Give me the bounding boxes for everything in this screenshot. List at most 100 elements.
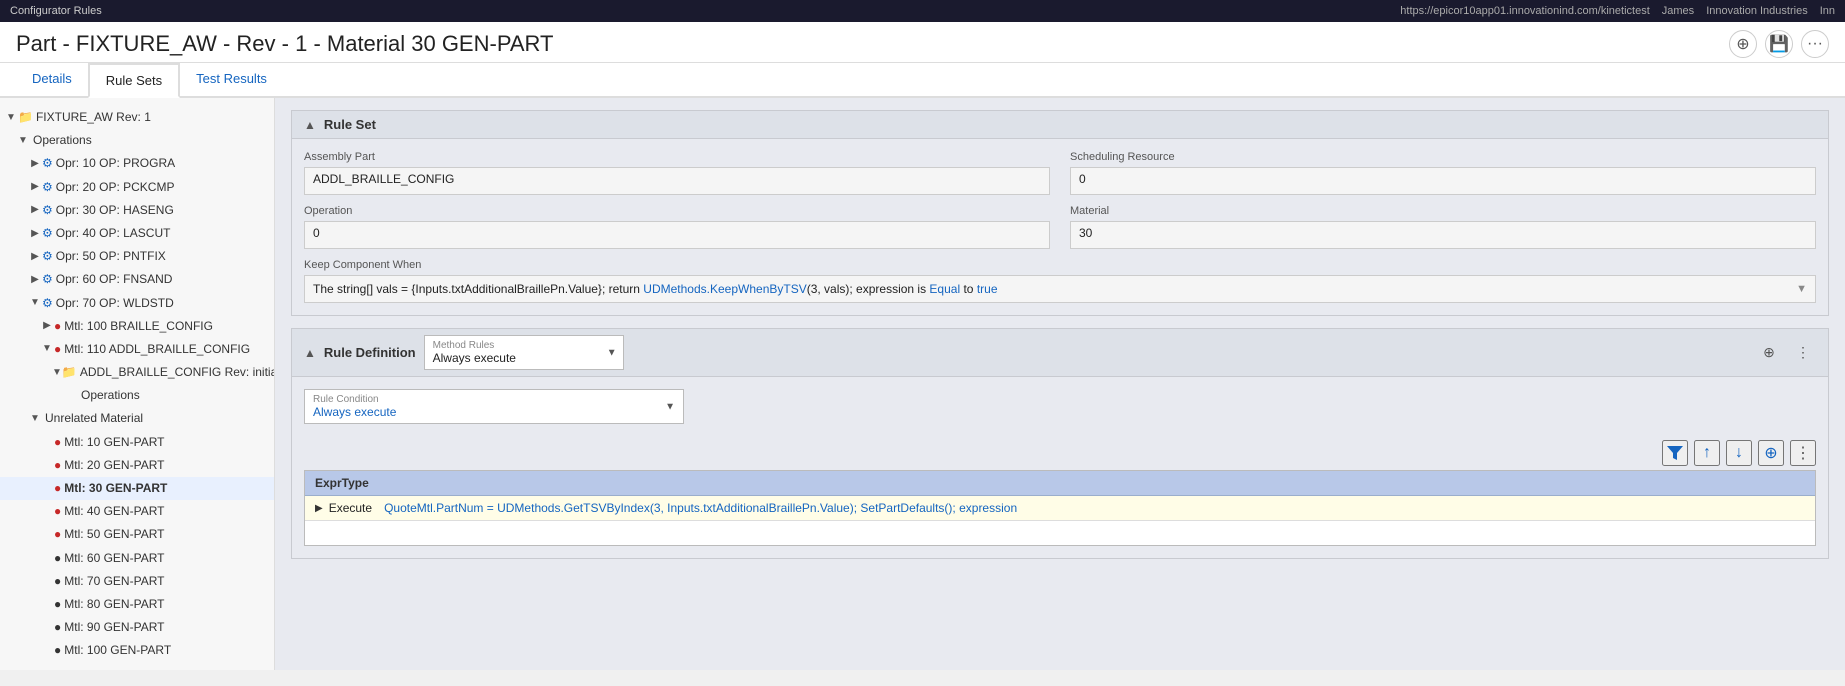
sidebar-item-label: Mtl: 100 GEN-PART (64, 641, 171, 660)
add-expr-button[interactable]: ⊕ (1758, 440, 1784, 466)
scheduling-resource-label: Scheduling Resource (1070, 151, 1816, 163)
rule-set-header: ▲ Rule Set (292, 111, 1828, 139)
add-rule-button[interactable]: ⊕ (1756, 340, 1782, 366)
keep-component-text: The string[] vals = {Inputs.txtAdditiona… (313, 282, 998, 296)
rule-definition-title: Rule Definition (324, 345, 416, 360)
sidebar-item-unrelated-material[interactable]: ▼ Unrelated Material (0, 407, 274, 430)
sidebar-item-opr-50[interactable]: ▶ ⚙ Opr: 50 OP: PNTFIX (0, 245, 274, 268)
sidebar-item-operations-sub[interactable]: Operations (0, 384, 274, 407)
keep-component-section: Keep Component When The string[] vals = … (304, 259, 1816, 303)
rule-definition-header-right: ⊕ ⋮ (1756, 340, 1816, 366)
operation-field: Operation 0 (304, 205, 1050, 249)
row-arrow-icon: ▶ (315, 503, 323, 514)
expr-table-row[interactable]: ▶ Execute QuoteMtl.PartNum = UDMethods.G… (305, 496, 1815, 521)
rule-definition-card: ▲ Rule Definition Method Rules Always ex… (291, 328, 1829, 559)
operation-input[interactable]: 0 (304, 221, 1050, 249)
sidebar-item-label: Mtl: 40 GEN-PART (64, 502, 164, 521)
operation-icon: ⚙ (42, 224, 53, 243)
filter-button[interactable] (1662, 440, 1688, 466)
sidebar-item-label: ADDL_BRAILLE_CONFIG Rev: initial (80, 363, 275, 382)
sidebar-item-opr-60[interactable]: ▶ ⚙ Opr: 60 OP: FNSAND (0, 268, 274, 291)
sidebar-item-mtl-80[interactable]: ● Mtl: 80 GEN-PART (0, 593, 274, 616)
expr-table-empty-row (305, 521, 1815, 545)
sidebar-item-opr-40[interactable]: ▶ ⚙ Opr: 40 OP: LASCUT (0, 222, 274, 245)
tab-test-results[interactable]: Test Results (180, 63, 283, 98)
rule-more-button[interactable]: ⋮ (1790, 340, 1816, 366)
material-icon: ● (54, 433, 61, 452)
tab-rule-sets[interactable]: Rule Sets (88, 63, 180, 98)
sidebar-item-opr-10[interactable]: ▶ ⚙ Opr: 10 OP: PROGRA (0, 152, 274, 175)
chevron-down-icon: ▼ (28, 411, 42, 427)
scheduling-resource-input[interactable]: 0 (1070, 167, 1816, 195)
more-icon: ⋮ (1796, 344, 1810, 361)
sidebar-item-mtl-50[interactable]: ● Mtl: 50 GEN-PART (0, 523, 274, 546)
assembly-part-label: Assembly Part (304, 151, 1050, 163)
sidebar-item-label: Operations (33, 131, 92, 150)
more-button[interactable]: ··· (1801, 30, 1829, 58)
expr-more-button[interactable]: ⋮ (1790, 440, 1816, 466)
chevron-right-icon: ▶ (28, 156, 42, 172)
operation-icon: ⚙ (42, 270, 53, 289)
move-down-button[interactable]: ↓ (1726, 440, 1752, 466)
sidebar-item-opr-70[interactable]: ▼ ⚙ Opr: 70 OP: WLDSTD (0, 292, 274, 315)
sidebar-item-mtl-20[interactable]: ● Mtl: 20 GEN-PART (0, 454, 274, 477)
add-icon: ⊕ (1764, 443, 1777, 463)
method-rules-value: Always execute (433, 351, 595, 365)
sidebar-item-mtl-110[interactable]: ▼ ● Mtl: 110 ADDL_BRAILLE_CONFIG (0, 338, 274, 361)
folder-icon: 📁 (62, 363, 77, 382)
rule-set-body: Assembly Part ADDL_BRAILLE_CONFIG Schedu… (292, 139, 1828, 315)
rule-set-title: Rule Set (324, 117, 376, 132)
sidebar-item-mtl-90[interactable]: ● Mtl: 90 GEN-PART (0, 616, 274, 639)
keep-component-chevron-icon: ▼ (1796, 283, 1807, 295)
sidebar-item-label: Opr: 30 OP: HASENG (56, 201, 174, 220)
sidebar-item-opr-30[interactable]: ▶ ⚙ Opr: 30 OP: HASENG (0, 199, 274, 222)
expr-row-value: QuoteMtl.PartNum = UDMethods.GetTSVByInd… (384, 501, 1017, 515)
add-button[interactable]: ⊕ (1729, 30, 1757, 58)
rule-condition-section: Rule Condition Always execute ▼ (292, 377, 1828, 436)
sidebar-item-mtl-100[interactable]: ▶ ● Mtl: 100 BRAILLE_CONFIG (0, 315, 274, 338)
save-button[interactable]: 💾 (1765, 30, 1793, 58)
operation-label: Operation (304, 205, 1050, 217)
sidebar-item-opr-20[interactable]: ▶ ⚙ Opr: 20 OP: PCKCMP (0, 176, 274, 199)
sidebar-item-addl-config[interactable]: ▼ 📁 ADDL_BRAILLE_CONFIG Rev: initial (0, 361, 274, 384)
material-icon: ● (54, 525, 61, 544)
tab-details[interactable]: Details (16, 63, 88, 98)
sidebar-item-label: Mtl: 60 GEN-PART (64, 549, 164, 568)
rule-condition-label: Rule Condition (313, 394, 655, 405)
sidebar-item-label: Mtl: 20 GEN-PART (64, 456, 164, 475)
collapse-button[interactable]: ▲ (304, 346, 316, 360)
chevron-right-icon: ▶ (40, 318, 54, 334)
chevron-down-icon: ▼ (16, 133, 30, 149)
method-rules-select[interactable]: Method Rules Always execute ▼ (424, 335, 624, 370)
sidebar-item-label: Mtl: 80 GEN-PART (64, 595, 164, 614)
rule-condition-select[interactable]: Rule Condition Always execute ▼ (304, 389, 684, 424)
sidebar-item-mtl-40[interactable]: ● Mtl: 40 GEN-PART (0, 500, 274, 523)
top-bar-user: James (1662, 5, 1694, 17)
sidebar-item-operations-group[interactable]: ▼ Operations (0, 129, 274, 152)
chevron-right-icon: ▶ (28, 202, 42, 218)
sidebar-item-mtl-100b[interactable]: ● Mtl: 100 GEN-PART (0, 639, 274, 662)
chevron-down-icon: ▼ (665, 401, 675, 412)
chevron-right-icon: ▶ (28, 272, 42, 288)
move-up-button[interactable]: ↑ (1694, 440, 1720, 466)
material-icon: ● (54, 549, 61, 568)
sidebar-item-mtl-30[interactable]: ● Mtl: 30 GEN-PART (0, 477, 274, 500)
sidebar-item-mtl-10[interactable]: ● Mtl: 10 GEN-PART (0, 431, 274, 454)
sidebar-item-mtl-70[interactable]: ● Mtl: 70 GEN-PART (0, 570, 274, 593)
header-actions: ⊕ 💾 ··· (1729, 30, 1829, 58)
sidebar-item-label: Operations (81, 386, 140, 405)
keep-component-input[interactable]: The string[] vals = {Inputs.txtAdditiona… (304, 275, 1816, 303)
chevron-right-icon: ▶ (28, 226, 42, 242)
material-icon: ● (54, 595, 61, 614)
assembly-part-input[interactable]: ADDL_BRAILLE_CONFIG (304, 167, 1050, 195)
sidebar-item-fixture-rev[interactable]: ▼ 📁 FIXTURE_AW Rev: 1 (0, 106, 274, 129)
sidebar-item-label: Opr: 40 OP: LASCUT (56, 224, 171, 243)
chevron-right-icon: ▶ (28, 249, 42, 265)
material-input[interactable]: 30 (1070, 221, 1816, 249)
collapse-button[interactable]: ▲ (304, 118, 316, 132)
folder-icon: 📁 (18, 108, 33, 127)
sidebar-item-label: Opr: 10 OP: PROGRA (56, 154, 175, 173)
assembly-part-field: Assembly Part ADDL_BRAILLE_CONFIG (304, 151, 1050, 195)
sidebar-item-mtl-60[interactable]: ● Mtl: 60 GEN-PART (0, 547, 274, 570)
material-icon: ● (54, 340, 61, 359)
